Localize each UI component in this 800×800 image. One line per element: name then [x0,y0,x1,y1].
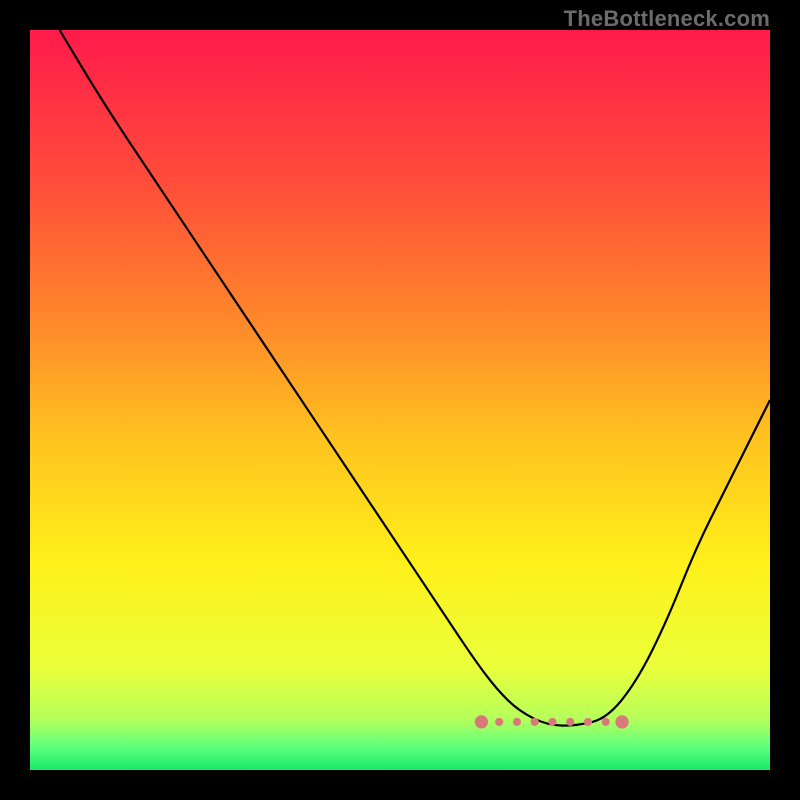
watermark-text: TheBottleneck.com [564,6,770,32]
bottleneck-curve [60,30,770,726]
flat-optimum-band [475,715,629,728]
curve-layer [30,30,770,770]
plot-area [30,30,770,770]
chart-frame: TheBottleneck.com [0,0,800,800]
